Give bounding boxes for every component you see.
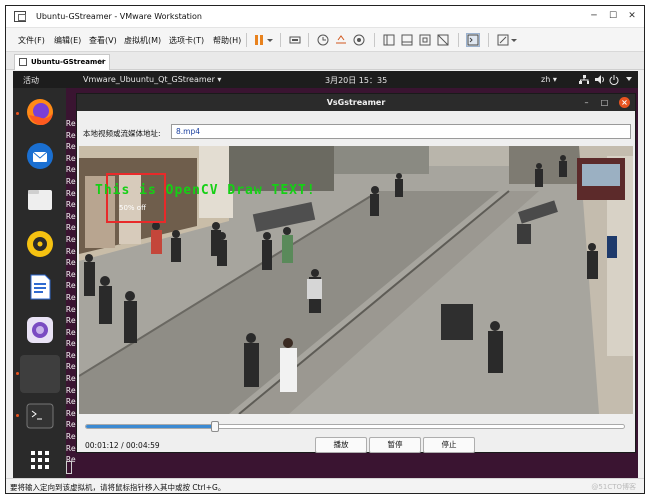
ubuntu-topbar: 活动 Vmware_Ubuuntu_Qt_GStreamer ▾ 3月20日 1… <box>13 71 638 88</box>
toolbar-separator <box>458 33 459 47</box>
revert-snapshot-icon[interactable] <box>334 33 348 47</box>
toolbar-separator <box>280 33 281 47</box>
show-library-icon[interactable] <box>382 33 396 47</box>
vmware-window: Ubuntu-GStreamer - VMware Workstation ─ … <box>5 5 645 494</box>
seek-slider[interactable] <box>85 421 625 432</box>
pause-dropdown-icon[interactable] <box>266 33 274 47</box>
menu-view[interactable]: 查看(V) <box>89 35 117 46</box>
minimize-button[interactable]: ─ <box>586 9 602 24</box>
active-app-slot[interactable] <box>20 355 60 393</box>
video-display: 50% off This is OpenCV Draw TEXT! <box>79 146 633 414</box>
input-method-indicator[interactable]: zh ▾ <box>541 75 557 84</box>
vm-tab-icon <box>19 58 27 66</box>
time-display: 00:01:12 / 00:04:59 <box>85 441 160 450</box>
app-title: VsGstreamer <box>326 98 386 107</box>
seek-progress <box>86 425 216 428</box>
snapshot-icon[interactable] <box>316 33 330 47</box>
vmware-statusbar: 要将输入定向到该虚拟机，请将鼠标指针移入其中或按 Ctrl+G。 @51CTO博… <box>6 478 644 493</box>
toolbar-separator <box>308 33 309 47</box>
vm-tabbar: Ubuntu-GStreamer × <box>6 52 644 70</box>
running-indicator <box>16 414 19 417</box>
vmware-app-icon <box>14 11 26 22</box>
seek-handle[interactable] <box>211 421 220 432</box>
toolbar-separator <box>246 33 247 47</box>
stretch-guest-icon[interactable] <box>496 33 510 47</box>
app-menu[interactable]: Vmware_Ubuuntu_Qt_GStreamer ▾ <box>83 75 221 84</box>
maximize-button[interactable]: ☐ <box>605 9 621 24</box>
pause-button[interactable]: 暂停 <box>369 437 421 453</box>
send-ctrl-alt-del-icon[interactable] <box>288 33 302 47</box>
toolbar-separator <box>488 33 489 47</box>
vmware-titlebar: Ubuntu-GStreamer - VMware Workstation ─ … <box>6 6 644 28</box>
vsgstreamer-window: VsGstreamer – □ × 本地视频或流媒体地址: 8.mp4 50% … <box>76 93 636 453</box>
full-screen-icon[interactable] <box>418 33 432 47</box>
watermark: @51CTO博客 <box>591 483 636 491</box>
app-minimize-button[interactable]: – <box>581 97 592 108</box>
libreoffice-writer-icon[interactable] <box>25 272 55 302</box>
stop-button[interactable]: 停止 <box>423 437 475 453</box>
power-icon[interactable] <box>609 75 619 87</box>
running-indicator <box>16 372 19 375</box>
menu-tabs[interactable]: 选项卡(T) <box>169 35 204 46</box>
play-button[interactable]: 播放 <box>315 437 367 453</box>
screenshot-icon[interactable] <box>25 315 55 345</box>
url-input[interactable] <box>171 124 631 139</box>
close-button[interactable]: ✕ <box>624 9 640 24</box>
console-view-icon[interactable] <box>466 33 480 47</box>
menu-help[interactable]: 帮助(H) <box>213 35 241 46</box>
activities-button[interactable]: 活动 <box>23 75 39 86</box>
menu-edit[interactable]: 编辑(E) <box>54 35 81 46</box>
vm-tab-label: Ubuntu-GStreamer <box>31 58 106 66</box>
terminal-icon[interactable] <box>25 401 55 431</box>
tab-close-icon[interactable]: × <box>98 57 105 66</box>
menu-vm[interactable]: 虚拟机(M) <box>124 35 161 46</box>
ubuntu-dock <box>13 88 66 480</box>
volume-icon[interactable] <box>595 75 605 86</box>
vmware-menubar: 文件(F) 编辑(E) 查看(V) 虚拟机(M) 选项卡(T) 帮助(H) <box>6 28 644 52</box>
window-title: Ubuntu-GStreamer - VMware Workstation <box>36 12 202 21</box>
unity-mode-icon[interactable] <box>436 33 450 47</box>
vm-tab[interactable]: Ubuntu-GStreamer × <box>14 54 110 70</box>
stretch-dropdown-icon[interactable] <box>510 33 518 47</box>
pause-vm-icon[interactable] <box>252 33 266 47</box>
url-label: 本地视频或流媒体地址: <box>83 129 161 138</box>
show-applications-icon[interactable] <box>25 445 55 475</box>
ubuntu-desktop: Re Re Re Re Re Re Re Re Re Re Re Re Re Re Re Re Re Re Re Re… <box>13 88 638 480</box>
thumbnail-bar-icon[interactable] <box>400 33 414 47</box>
running-indicator <box>16 112 19 115</box>
system-menu-dropdown-icon[interactable] <box>625 75 633 85</box>
app-titlebar: VsGstreamer – □ × <box>77 94 635 111</box>
terminal-cursor <box>66 461 72 474</box>
firefox-icon[interactable] <box>25 97 55 127</box>
opencv-overlay-text: This is OpenCV Draw TEXT! <box>95 183 316 198</box>
snapshot-manager-icon[interactable] <box>352 33 366 47</box>
app-close-button[interactable]: × <box>619 97 630 108</box>
status-message: 要将输入定向到该虚拟机，请将鼠标指针移入其中或按 Ctrl+G。 <box>10 483 226 492</box>
menu-file[interactable]: 文件(F) <box>18 35 45 46</box>
shop-sign-text: 50% off <box>119 204 146 212</box>
toolbar-separator <box>374 33 375 47</box>
thunderbird-icon[interactable] <box>25 141 55 171</box>
face-detection-box <box>106 173 166 223</box>
network-icon[interactable] <box>579 75 589 86</box>
app-maximize-button[interactable]: □ <box>599 97 610 108</box>
clock[interactable]: 3月20日 15：35 <box>325 75 387 86</box>
files-icon[interactable] <box>25 185 55 215</box>
rhythmbox-icon[interactable] <box>25 229 55 259</box>
